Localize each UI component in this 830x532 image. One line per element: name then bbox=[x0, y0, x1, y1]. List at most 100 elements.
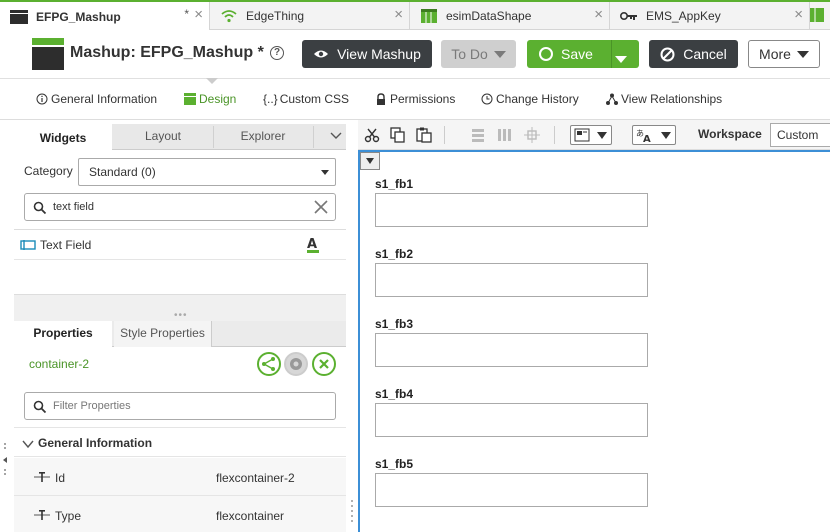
design-icon bbox=[184, 93, 196, 105]
panel-splitter[interactable]: ••• bbox=[14, 295, 346, 321]
close-icon[interactable]: × bbox=[394, 7, 403, 22]
share-icon[interactable] bbox=[257, 352, 281, 376]
save-split-divider bbox=[611, 40, 612, 68]
todo-button[interactable]: To Do bbox=[441, 40, 516, 68]
filter-properties-input[interactable]: Filter Properties bbox=[24, 392, 336, 420]
svg-text:A: A bbox=[643, 134, 651, 143]
tab-layout[interactable]: Layout bbox=[114, 124, 212, 150]
tab-style-properties[interactable]: Style Properties bbox=[114, 321, 212, 347]
text-field-input[interactable] bbox=[375, 403, 648, 437]
field-label: s1_fb4 bbox=[375, 387, 414, 401]
layout-dropdown[interactable] bbox=[570, 125, 612, 145]
more-button[interactable]: More bbox=[748, 40, 820, 68]
chevron-down-icon bbox=[796, 50, 809, 58]
wifi-icon bbox=[220, 9, 238, 23]
tab-view-relationships[interactable]: View Relationships bbox=[606, 92, 722, 106]
language-dropdown[interactable]: あA bbox=[632, 125, 676, 145]
grip-icon bbox=[350, 498, 354, 528]
text-field-icon bbox=[20, 239, 36, 251]
workspace-select[interactable]: Custom bbox=[770, 123, 830, 147]
cut-icon[interactable] bbox=[364, 127, 380, 143]
field-label: s1_fb2 bbox=[375, 247, 414, 261]
search-icon bbox=[33, 201, 47, 215]
property-row-type[interactable]: Type flexcontainer bbox=[14, 496, 346, 532]
chevron-down-icon bbox=[321, 170, 329, 175]
history-icon bbox=[481, 93, 493, 105]
style-letter-a-icon: A bbox=[306, 236, 320, 254]
css-icon: {..} bbox=[263, 92, 278, 106]
datashape-icon bbox=[810, 7, 824, 25]
key-icon bbox=[619, 9, 638, 23]
remove-icon[interactable] bbox=[312, 352, 336, 376]
mashup-canvas[interactable]: s1_fb1 s1_fb2 s1_fb3 s1_fb4 s1_fb5 bbox=[358, 150, 830, 532]
widget-search-input[interactable]: text field bbox=[24, 193, 336, 221]
active-tab-pointer bbox=[206, 78, 218, 84]
document-tab-bar: EFPG_Mashup * × EdgeThing × esimDataShap… bbox=[0, 0, 830, 31]
tab-custom-css[interactable]: {..} Custom CSS bbox=[263, 92, 349, 106]
collapse-handle[interactable] bbox=[2, 440, 8, 480]
text-field-input[interactable] bbox=[375, 473, 648, 507]
category-label: Category bbox=[24, 164, 73, 178]
cancel-icon bbox=[660, 47, 675, 62]
save-options-chevron-down-icon[interactable] bbox=[615, 50, 627, 66]
tab-properties[interactable]: Properties bbox=[14, 321, 112, 348]
field-label: s1_fb3 bbox=[375, 317, 414, 331]
cancel-button[interactable]: Cancel bbox=[649, 40, 738, 68]
chevron-down-icon bbox=[366, 158, 374, 164]
tab-widgets[interactable]: Widgets bbox=[14, 124, 112, 151]
tab-ems-appkey[interactable]: EMS_AppKey × bbox=[610, 2, 810, 30]
tab-label: EMS_AppKey bbox=[646, 9, 721, 23]
page-title: Mashup: EFPG_Mashup * bbox=[70, 44, 264, 61]
selected-widget-row: container-2 bbox=[14, 347, 346, 383]
paste-icon[interactable] bbox=[416, 127, 432, 143]
copy-icon[interactable] bbox=[390, 127, 406, 143]
text-field-input[interactable] bbox=[375, 263, 648, 297]
close-icon[interactable]: × bbox=[794, 7, 803, 22]
modified-indicator: * bbox=[184, 7, 189, 21]
text-type-icon bbox=[34, 471, 50, 483]
align-vertical-icon[interactable] bbox=[470, 127, 486, 143]
tab-overflow[interactable] bbox=[810, 2, 830, 30]
mashup-subnav: General Information Design {..} Custom C… bbox=[0, 78, 830, 120]
chevron-down-icon bbox=[661, 132, 671, 139]
tab-design[interactable]: Design bbox=[184, 92, 236, 106]
text-field-input[interactable] bbox=[375, 333, 648, 367]
property-row-id[interactable]: Id flexcontainer-2 bbox=[14, 458, 346, 496]
close-icon[interactable]: × bbox=[194, 7, 203, 22]
tab-explorer[interactable]: Explorer bbox=[214, 124, 312, 150]
mashup-header: Mashup: EFPG_Mashup * ? View Mashup To D… bbox=[0, 30, 830, 78]
selected-widget-name: container-2 bbox=[29, 357, 90, 371]
save-button[interactable]: Save bbox=[527, 40, 639, 68]
category-select[interactable]: Standard (0) bbox=[78, 158, 336, 186]
info-icon bbox=[36, 93, 48, 105]
tab-divider bbox=[313, 126, 314, 148]
panel-resize-handle[interactable] bbox=[346, 120, 358, 532]
chevron-down-icon[interactable] bbox=[330, 129, 342, 141]
tab-general-information[interactable]: General Information bbox=[36, 92, 157, 106]
text-type-icon bbox=[34, 509, 50, 521]
tab-efpg-mashup[interactable]: EFPG_Mashup * × bbox=[0, 2, 210, 31]
container-menu-handle[interactable] bbox=[360, 152, 380, 170]
view-mashup-button[interactable]: View Mashup bbox=[302, 40, 432, 68]
tab-permissions[interactable]: Permissions bbox=[375, 92, 455, 106]
tab-edgething[interactable]: EdgeThing × bbox=[210, 2, 410, 30]
list-item-text-field[interactable]: Text Field A bbox=[14, 230, 346, 260]
clear-icon[interactable] bbox=[313, 199, 329, 215]
tab-label: EFPG_Mashup bbox=[36, 9, 121, 24]
chevron-down-icon bbox=[493, 50, 506, 58]
layout-icon bbox=[574, 128, 590, 142]
crosshair-icon[interactable] bbox=[524, 127, 540, 143]
tab-change-history[interactable]: Change History bbox=[481, 92, 579, 106]
help-icon[interactable]: ? bbox=[270, 46, 284, 60]
gear-icon[interactable] bbox=[284, 352, 308, 376]
align-horizontal-icon[interactable] bbox=[496, 127, 512, 143]
translate-icon: あA bbox=[636, 129, 651, 143]
tab-esimdatashape[interactable]: esimDataShape × bbox=[410, 2, 610, 30]
eye-icon bbox=[313, 49, 329, 59]
field-label: s1_fb1 bbox=[375, 177, 414, 191]
general-information-section[interactable]: General Information bbox=[14, 427, 346, 457]
text-field-input[interactable] bbox=[375, 193, 648, 227]
close-icon[interactable]: × bbox=[594, 7, 603, 22]
search-icon bbox=[33, 400, 47, 414]
svg-text:A: A bbox=[307, 237, 317, 252]
